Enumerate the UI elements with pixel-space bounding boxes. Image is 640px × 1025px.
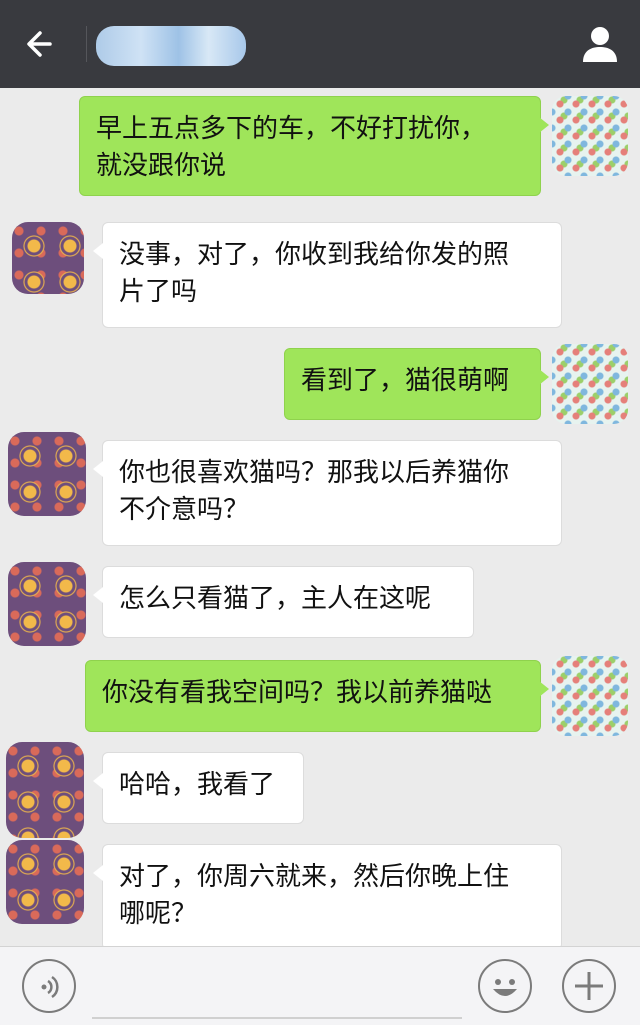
message-bubble[interactable]: 哈哈，我看了 — [93, 752, 304, 824]
my-avatar[interactable] — [552, 344, 628, 424]
contact-avatar[interactable] — [12, 222, 84, 294]
chat-header: ██████ — [0, 0, 640, 88]
contact-avatar[interactable] — [8, 432, 86, 516]
message-row-incoming: 没事，对了，你收到我给你发的照 片了吗 — [0, 222, 640, 328]
message-row-incoming: 哈哈，我看了 — [0, 742, 640, 838]
more-button[interactable] — [562, 959, 616, 1013]
input-bar — [0, 946, 640, 1025]
message-bubble[interactable]: 早上五点多下的车，不好打扰你， 就没跟你说 — [79, 96, 549, 196]
message-list[interactable]: 早上五点多下的车，不好打扰你， 就没跟你说 没事，对了，你收到我给你发的照 片了… — [0, 88, 640, 946]
message-row-outgoing: 看到了，猫很萌啊 — [0, 344, 640, 424]
message-row-incoming: 你也很喜欢猫吗？那我以后养猫你 不介意吗？ — [0, 432, 640, 546]
smiley-icon — [493, 979, 517, 996]
message-bubble[interactable]: 看到了，猫很萌啊 — [284, 348, 549, 420]
contact-avatar[interactable] — [8, 562, 86, 646]
header-divider — [86, 26, 87, 62]
message-row-incoming: 对了，你周六就来，然后你晚上住 哪呢？ — [0, 840, 640, 946]
arrow-left-icon — [27, 31, 52, 57]
message-bubble[interactable]: 你没有看我空间吗？我以前养猫哒 — [85, 660, 549, 732]
voice-icon — [41, 975, 59, 999]
message-row-incoming: 怎么只看猫了，主人在这呢 — [0, 562, 640, 646]
message-row-outgoing: 早上五点多下的车，不好打扰你， 就没跟你说 — [0, 96, 640, 196]
message-bubble[interactable]: 怎么只看猫了，主人在这呢 — [93, 566, 474, 638]
profile-button[interactable] — [578, 22, 622, 66]
back-button[interactable] — [20, 22, 64, 66]
message-row-outgoing: 你没有看我空间吗？我以前养猫哒 — [0, 656, 640, 736]
my-avatar[interactable] — [552, 96, 628, 176]
message-input[interactable] — [92, 1017, 462, 1019]
message-bubble[interactable]: 没事，对了，你收到我给你发的照 片了吗 — [93, 222, 562, 328]
message-bubble[interactable]: 你也很喜欢猫吗？那我以后养猫你 不介意吗？ — [93, 440, 562, 546]
voice-button[interactable] — [22, 959, 76, 1013]
plus-icon — [575, 972, 603, 1000]
my-avatar[interactable] — [552, 656, 628, 736]
contact-avatar[interactable] — [6, 840, 84, 924]
contact-name: ██████ — [96, 26, 246, 66]
emoji-button[interactable] — [478, 959, 532, 1013]
message-bubble[interactable]: 对了，你周六就来，然后你晚上住 哪呢？ — [93, 844, 562, 946]
person-icon — [583, 27, 617, 62]
contact-avatar[interactable] — [6, 742, 84, 838]
